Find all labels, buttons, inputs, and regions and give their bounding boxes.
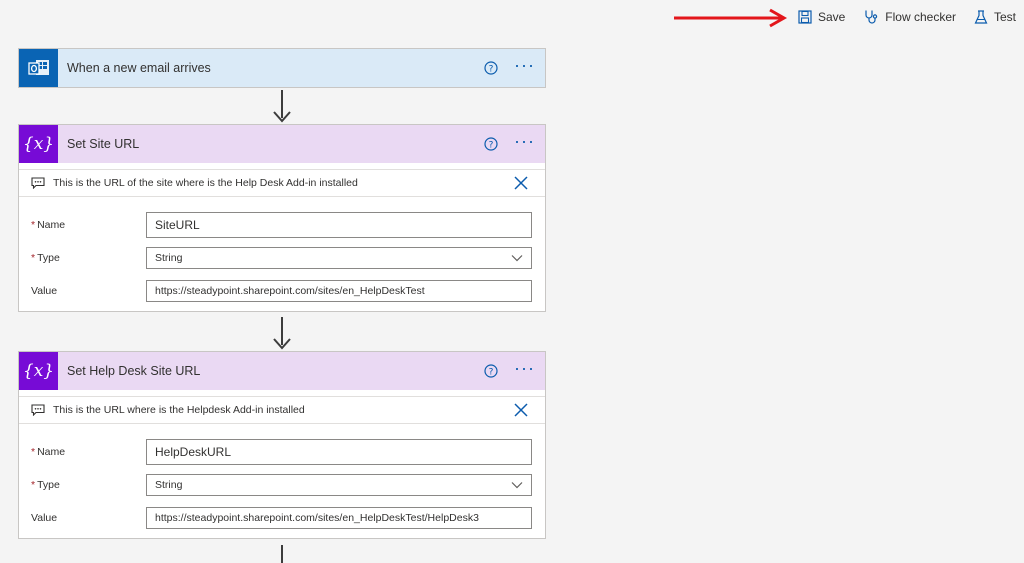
- value-label: Value: [31, 512, 58, 524]
- name-field-row: * Name SiteURL: [31, 212, 533, 238]
- step-header[interactable]: {x} Set Site URL ? ···: [19, 125, 545, 163]
- step-title: Set Help Desk Site URL: [67, 364, 201, 378]
- connector-arrow-icon: [273, 338, 291, 350]
- value-field-row: Value https://steadypoint.sharepoint.com…: [31, 279, 533, 303]
- value-label: Value: [31, 285, 58, 297]
- command-bar: Save Flow checker Test: [0, 0, 1024, 34]
- flask-icon: [974, 9, 988, 24]
- comment-icon: [31, 404, 45, 416]
- svg-text:?: ?: [489, 64, 494, 74]
- chevron-down-icon: [511, 255, 523, 262]
- type-label: * Type: [31, 479, 60, 491]
- svg-text:?: ?: [489, 140, 494, 150]
- help-icon[interactable]: ?: [484, 61, 498, 75]
- type-field-row: * Type String: [31, 246, 533, 270]
- step-header[interactable]: {x} Set Help Desk Site URL ? ···: [19, 352, 545, 390]
- variable-icon: {x}: [19, 352, 58, 390]
- more-options-icon[interactable]: ···: [514, 359, 535, 379]
- outlook-icon: [19, 49, 58, 87]
- value-input[interactable]: https://steadypoint.sharepoint.com/sites…: [146, 280, 532, 302]
- more-options-icon[interactable]: ···: [514, 56, 535, 76]
- svg-text:?: ?: [489, 367, 494, 377]
- comment-text: This is the URL where is the Helpdesk Ad…: [53, 404, 305, 416]
- step-body: This is the URL of the site where is the…: [19, 163, 545, 311]
- value-input[interactable]: https://steadypoint.sharepoint.com/sites…: [146, 507, 532, 529]
- connector-line: [281, 545, 283, 563]
- help-icon[interactable]: ?: [484, 137, 498, 151]
- step-trigger-card[interactable]: When a new email arrives ? ···: [18, 48, 546, 88]
- stethoscope-icon: [865, 10, 878, 24]
- name-field-row: * Name HelpDeskURL: [31, 439, 533, 465]
- help-icon[interactable]: ?: [484, 364, 498, 378]
- toolbar: Save Flow checker Test: [798, 0, 1016, 34]
- name-label: * Name: [31, 219, 66, 231]
- type-label: * Type: [31, 252, 60, 264]
- comment-row: This is the URL where is the Helpdesk Ad…: [19, 396, 545, 424]
- type-select[interactable]: String: [146, 474, 532, 496]
- connector-arrow-icon: [273, 111, 291, 123]
- step-title: Set Site URL: [67, 137, 140, 151]
- step-set-site-url-card[interactable]: {x} Set Site URL ? ··· This is the URL o…: [18, 124, 546, 312]
- comment-text: This is the URL of the site where is the…: [53, 177, 358, 189]
- close-icon[interactable]: [513, 402, 529, 418]
- variable-icon: {x}: [19, 125, 58, 163]
- test-button[interactable]: Test: [974, 9, 1016, 25]
- save-label: Save: [817, 10, 846, 24]
- chevron-down-icon: [511, 482, 523, 489]
- flow-checker-label: Flow checker: [885, 10, 956, 24]
- step-header[interactable]: When a new email arrives ? ···: [19, 49, 545, 87]
- comment-row: This is the URL of the site where is the…: [19, 169, 545, 197]
- save-button[interactable]: Save: [798, 10, 845, 24]
- red-arrow-annotation: [674, 8, 788, 28]
- name-label: * Name: [31, 446, 66, 458]
- name-input[interactable]: HelpDeskURL: [146, 439, 532, 465]
- step-set-help-desk-site-url-card[interactable]: {x} Set Help Desk Site URL ? ··· This is…: [18, 351, 546, 539]
- flow-checker-button[interactable]: Flow checker: [863, 9, 956, 25]
- name-input[interactable]: SiteURL: [146, 212, 532, 238]
- close-icon[interactable]: [513, 175, 529, 191]
- type-select[interactable]: String: [146, 247, 532, 269]
- step-title: When a new email arrives: [67, 61, 211, 75]
- value-field-row: Value https://steadypoint.sharepoint.com…: [31, 506, 533, 530]
- more-options-icon[interactable]: ···: [514, 132, 535, 152]
- step-body: This is the URL where is the Helpdesk Ad…: [19, 390, 545, 538]
- save-icon: [798, 10, 812, 24]
- comment-icon: [31, 177, 45, 189]
- type-field-row: * Type String: [31, 473, 533, 497]
- test-label: Test: [993, 10, 1016, 24]
